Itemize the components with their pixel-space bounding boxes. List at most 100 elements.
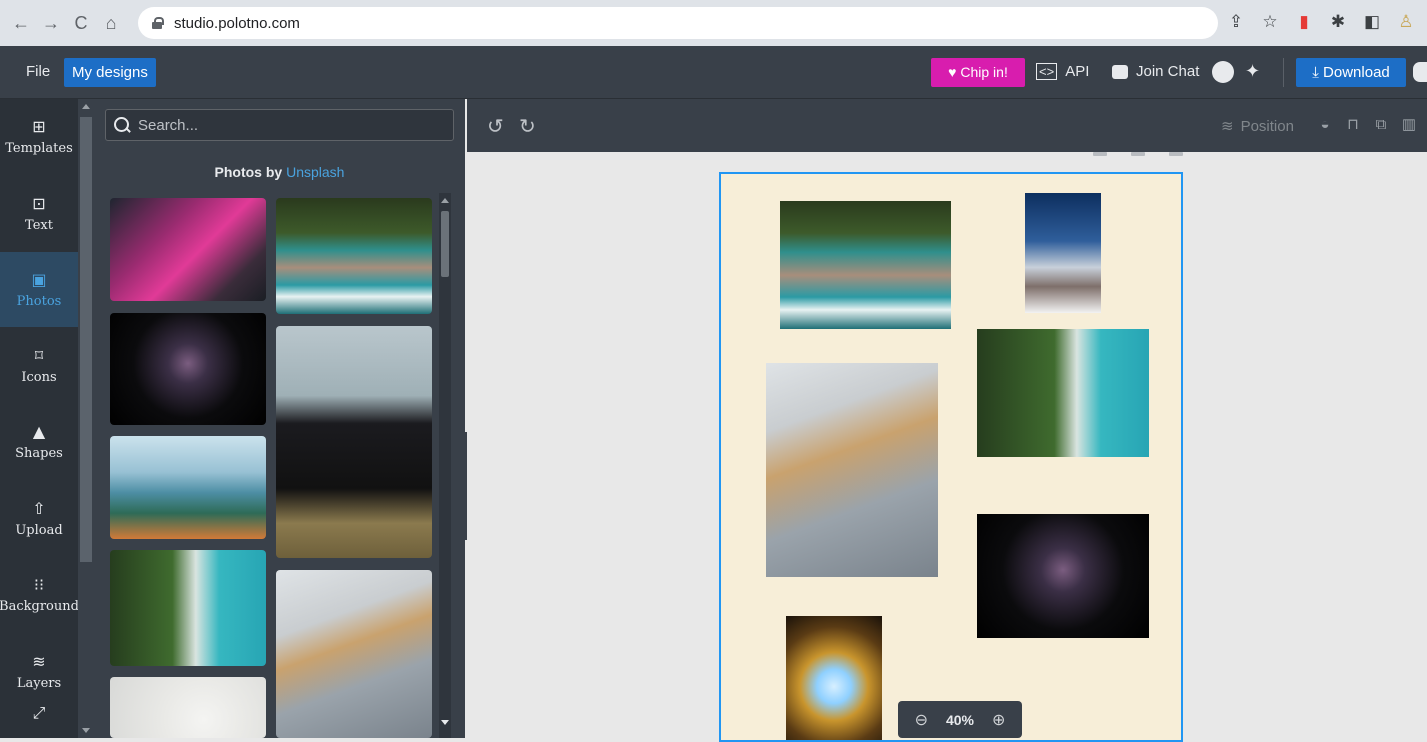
- reload-button[interactable]: C: [66, 8, 96, 38]
- sidebar-item-upload[interactable]: ⇧ Upload: [0, 481, 78, 556]
- discord-icon: [1112, 64, 1128, 79]
- extension-flag-icon[interactable]: ▮: [1291, 8, 1317, 36]
- sidebar-label: Upload: [15, 523, 63, 538]
- delete-icon[interactable]: ▥: [1400, 115, 1418, 133]
- photo-thumbnail[interactable]: [276, 326, 432, 558]
- browser-toolbar: ← → C ⌂ studio.polotno.com ⇪ ☆ ▮ ✱ ◧ ♙: [0, 0, 1427, 46]
- sidebar-item-more[interactable]: ⤢: [0, 703, 78, 738]
- layers-icon: ≋: [32, 652, 46, 671]
- photos-heading-text: Photos by: [214, 164, 287, 180]
- puzzle-icon[interactable]: ✱: [1325, 8, 1351, 36]
- zoom-level: 40%: [945, 711, 975, 728]
- profile-avatar[interactable]: ♙: [1393, 8, 1419, 36]
- zoom-in-icon[interactable]: ⊕: [992, 710, 1005, 730]
- sidebar-label: Templates: [5, 141, 73, 156]
- zoom-out-icon[interactable]: ⊖: [915, 710, 928, 730]
- page-controls: [1093, 152, 1183, 156]
- photo-thumbnail[interactable]: [110, 436, 266, 539]
- layers-stack-icon: ≋: [1221, 118, 1234, 135]
- shapes-icon: ▲: [32, 422, 46, 441]
- sidebar-item-shapes[interactable]: ▲ Shapes: [0, 404, 78, 479]
- back-button[interactable]: ←: [6, 8, 36, 38]
- url-text: studio.polotno.com: [174, 14, 300, 32]
- photo-thumbnail[interactable]: [110, 550, 266, 666]
- workspace: [467, 152, 1427, 742]
- download-label: Download: [1323, 64, 1390, 81]
- search-input[interactable]: Search...: [105, 109, 454, 141]
- templates-icon: ⊞: [32, 117, 46, 136]
- text-icon: ⊡: [32, 194, 46, 213]
- unsplash-link[interactable]: Unsplash: [286, 164, 344, 180]
- canvas-image-aerial-beach[interactable]: [780, 201, 951, 329]
- undo-icon[interactable]: ↺: [487, 114, 504, 139]
- sidebar-label: Background: [0, 599, 79, 614]
- github-icon[interactable]: [1212, 61, 1234, 83]
- search-placeholder: Search...: [138, 116, 199, 134]
- photos-panel: Search... Photos by Unsplash: [94, 99, 465, 738]
- share-icon[interactable]: ⇪: [1223, 8, 1249, 36]
- home-button[interactable]: ⌂: [96, 8, 126, 38]
- twitter-icon[interactable]: ✦: [1245, 61, 1260, 82]
- sidebar-scrollbar[interactable]: [78, 99, 94, 738]
- sidebar-item-text[interactable]: ⊡ Text: [0, 176, 78, 251]
- sidebar-label: Shapes: [15, 446, 63, 461]
- code-icon: <>: [1036, 63, 1058, 80]
- sidebar-item-background[interactable]: ⁝⁝ Background: [0, 557, 79, 632]
- join-chat-button[interactable]: Join Chat: [1112, 63, 1199, 80]
- redo-icon[interactable]: ↻: [519, 114, 536, 139]
- lock-icon: [152, 17, 164, 29]
- page-control-handle[interactable]: [1169, 152, 1183, 156]
- photo-thumbnail[interactable]: [110, 313, 266, 425]
- canvas-image-snowy-mountain[interactable]: [1025, 193, 1101, 313]
- my-designs-button[interactable]: My designs: [64, 58, 156, 87]
- photos-scrollbar[interactable]: [439, 193, 451, 738]
- chip-in-label: Chip in!: [960, 64, 1008, 80]
- forward-button[interactable]: →: [36, 8, 66, 38]
- canvas-image-desk-tablet[interactable]: [766, 363, 938, 577]
- photo-thumbnail[interactable]: [110, 677, 266, 738]
- app-topbar: File My designs ♥ Chip in! <> API Join C…: [0, 46, 1427, 99]
- sidebar-item-templates[interactable]: ⊞ Templates: [0, 99, 78, 174]
- api-button[interactable]: <> API: [1036, 63, 1089, 80]
- user-icon[interactable]: [1413, 62, 1427, 82]
- sidebar-item-layers[interactable]: ≋ Layers: [0, 634, 78, 709]
- zoom-control: ⊖ 40% ⊕: [898, 701, 1022, 738]
- position-button[interactable]: ≋ Position: [1221, 117, 1294, 136]
- sidebar-item-photos[interactable]: ▣ Photos: [0, 252, 78, 327]
- design-page[interactable]: [719, 172, 1183, 742]
- photos-heading: Photos by Unsplash: [94, 164, 465, 180]
- scrollbar-thumb[interactable]: [441, 211, 449, 277]
- duplicate-icon[interactable]: ⧉: [1372, 115, 1390, 133]
- download-button[interactable]: ⤓ Download: [1296, 58, 1406, 87]
- photo-thumbnail[interactable]: [276, 570, 432, 738]
- address-bar[interactable]: studio.polotno.com: [138, 7, 1218, 39]
- page-control-handle[interactable]: [1093, 152, 1107, 156]
- side-nav: ⊞ Templates ⊡ Text ▣ Photos ⌑ Icons ▲ Sh…: [0, 99, 79, 738]
- canvas-image-buildings-sky[interactable]: [786, 616, 882, 740]
- chip-in-button[interactable]: ♥ Chip in!: [931, 58, 1025, 87]
- canvas-image-crystal[interactable]: [977, 514, 1149, 638]
- scroll-down-icon[interactable]: [441, 720, 449, 725]
- heart-icon: ♥: [948, 64, 961, 80]
- sidepanel-icon[interactable]: ◧: [1359, 8, 1385, 36]
- scroll-up-icon[interactable]: [441, 198, 449, 203]
- canvas-toolbar: ↺ ↻ ≋ Position ◒ ⊓ ⧉ ▥: [467, 99, 1427, 152]
- opacity-icon[interactable]: ◒: [1316, 115, 1334, 133]
- photo-thumbnail[interactable]: [110, 198, 266, 301]
- canvas-image-palm-coast[interactable]: [977, 329, 1149, 457]
- api-label: API: [1065, 63, 1090, 80]
- position-label: Position: [1240, 117, 1294, 135]
- sidebar-label: Photos: [16, 294, 62, 309]
- background-icon: ⁝⁝: [33, 575, 45, 594]
- lock-icon[interactable]: ⊓: [1344, 115, 1362, 133]
- scroll-up-icon[interactable]: [82, 104, 90, 109]
- join-chat-label: Join Chat: [1136, 63, 1200, 80]
- photo-thumbnail[interactable]: [276, 198, 432, 314]
- star-icon[interactable]: ☆: [1257, 8, 1283, 36]
- upload-icon: ⇧: [32, 499, 46, 518]
- scrollbar-thumb[interactable]: [80, 117, 92, 562]
- scroll-down-icon[interactable]: [82, 728, 90, 733]
- file-menu[interactable]: File: [26, 63, 50, 80]
- page-control-handle[interactable]: [1131, 152, 1145, 156]
- sidebar-item-icons[interactable]: ⌑ Icons: [0, 328, 78, 403]
